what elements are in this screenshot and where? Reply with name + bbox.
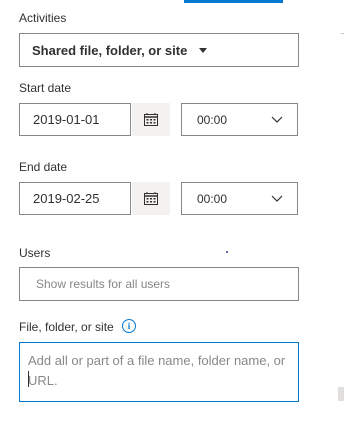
caret-down-icon bbox=[199, 47, 208, 53]
end-date-calendar-button[interactable] bbox=[132, 182, 170, 215]
file-input-placeholder: Add all or part of a file name, folder n… bbox=[28, 353, 286, 388]
scrollbar-fragment bbox=[338, 387, 344, 401]
start-time-value: 00:00 bbox=[197, 112, 228, 127]
end-time-dropdown[interactable]: 00:00 bbox=[181, 182, 298, 215]
chevron-down-icon bbox=[271, 195, 283, 202]
users-input[interactable]: Show results for all users bbox=[19, 267, 299, 301]
activities-dropdown[interactable]: Shared file, folder, or site bbox=[19, 33, 299, 67]
calendar-icon bbox=[144, 113, 158, 126]
file-folder-site-input[interactable]: Add all or part of a file name, folder n… bbox=[19, 342, 299, 402]
users-label: Users bbox=[19, 246, 51, 260]
start-date-input[interactable]: 2019-01-01 bbox=[19, 103, 131, 136]
activities-selected-value: Shared file, folder, or site bbox=[32, 42, 188, 58]
start-date-label: Start date bbox=[19, 81, 72, 95]
chevron-down-icon bbox=[271, 116, 283, 123]
file-folder-site-label: File, folder, or site bbox=[19, 320, 114, 334]
activities-label: Activities bbox=[19, 11, 67, 25]
end-date-label: End date bbox=[19, 160, 68, 174]
start-date-calendar-button[interactable] bbox=[132, 103, 170, 136]
text-cursor bbox=[28, 371, 29, 387]
stray-dot bbox=[226, 251, 228, 253]
end-time-value: 00:00 bbox=[197, 191, 228, 206]
info-icon[interactable]: i bbox=[122, 319, 136, 333]
calendar-icon bbox=[144, 192, 158, 205]
end-date-input[interactable]: 2019-02-25 bbox=[19, 182, 131, 215]
active-tab-indicator bbox=[184, 0, 283, 3]
start-time-dropdown[interactable]: 00:00 bbox=[181, 103, 298, 136]
